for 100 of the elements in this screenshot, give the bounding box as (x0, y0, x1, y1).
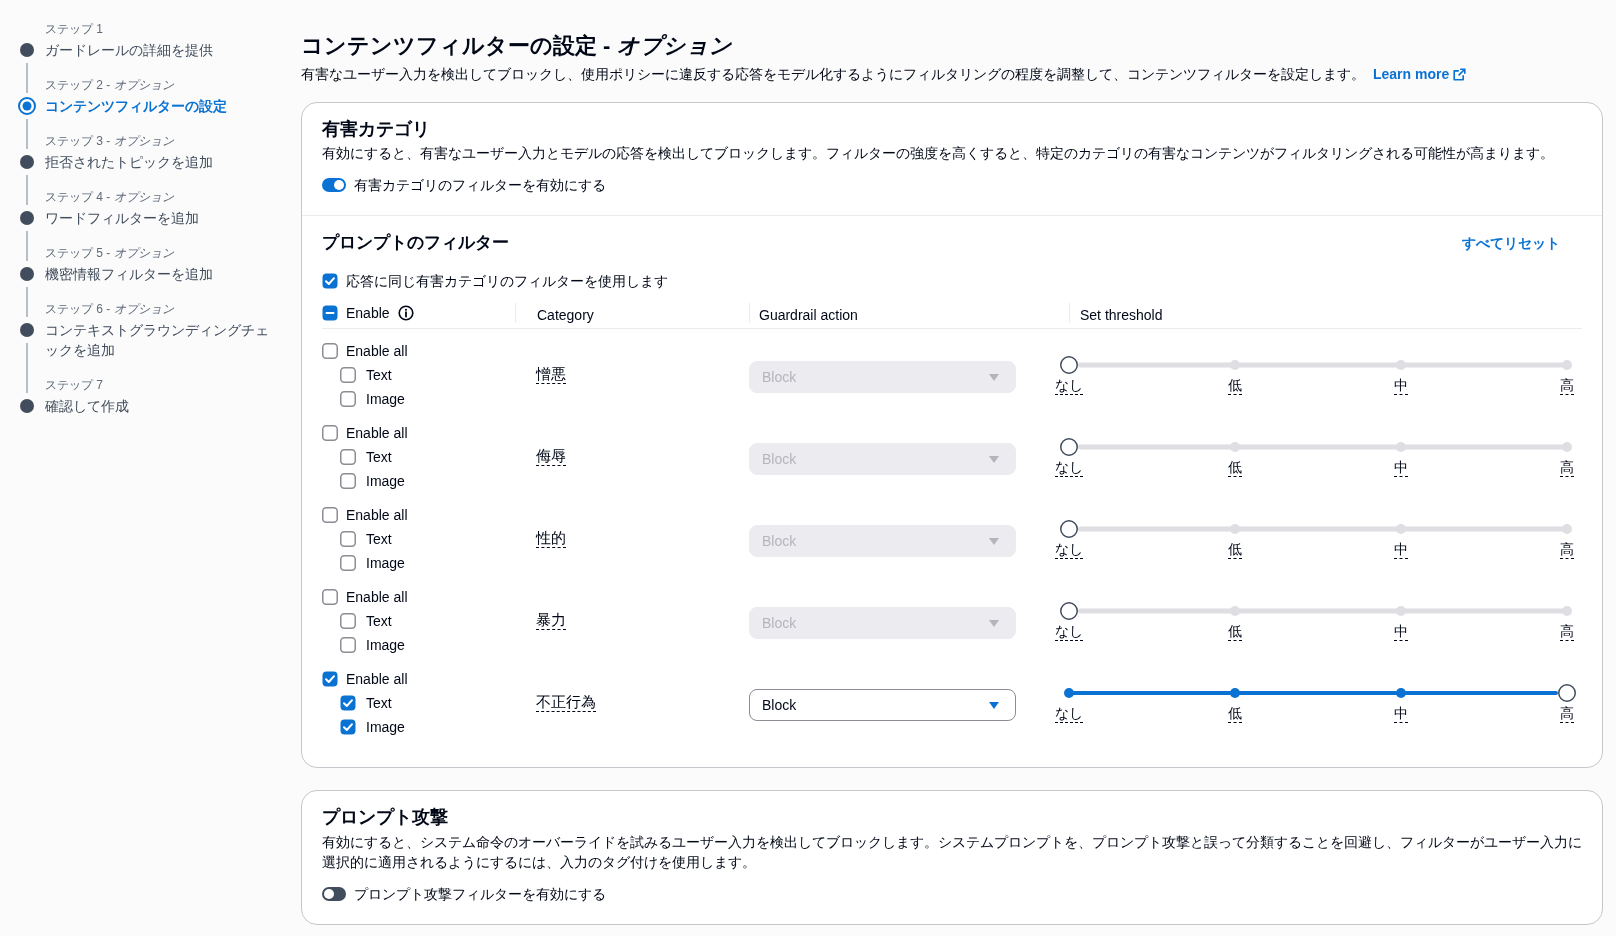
threshold-label: なし (1055, 376, 1083, 395)
threshold-label: なし (1055, 622, 1083, 641)
section-title: 有害カテゴリ (322, 118, 430, 141)
category-label: 性的 (536, 529, 566, 548)
threshold-label: 高 (1560, 622, 1574, 641)
category-label: 憎悪 (536, 365, 566, 384)
reset-all-button[interactable]: すべてリセット (1462, 233, 1560, 253)
checkbox[interactable] (322, 305, 338, 321)
category-label: 不正行為 (536, 693, 596, 712)
toggle-switch[interactable] (322, 178, 346, 192)
threshold-label: 高 (1560, 458, 1574, 477)
threshold-label: 低 (1228, 458, 1242, 477)
checkbox-label: Text (366, 694, 392, 713)
checkbox[interactable] (322, 343, 338, 359)
checkbox[interactable] (322, 589, 338, 605)
checkbox[interactable] (322, 425, 338, 441)
toggle-switch[interactable] (322, 887, 346, 901)
slider-thumb[interactable] (1060, 438, 1078, 456)
checkbox-label: Text (366, 366, 392, 385)
threshold-label: なし (1055, 540, 1083, 559)
step-title[interactable]: 拒否されたトピックを追加 (45, 152, 213, 172)
threshold-label: 中 (1394, 622, 1408, 641)
checkbox[interactable] (340, 555, 356, 571)
threshold-label: 低 (1228, 622, 1242, 641)
info-icon[interactable] (397, 305, 414, 321)
step-title: コンテンツフィルターの設定 (45, 97, 227, 116)
checkbox-label: Image (366, 472, 405, 491)
step-title[interactable]: 機密情報フィルターを追加 (45, 264, 213, 284)
checkbox[interactable] (340, 531, 356, 547)
threshold-label: 中 (1394, 376, 1408, 395)
checkbox[interactable] (322, 671, 338, 687)
external-link-icon (1453, 67, 1467, 81)
step-title[interactable]: コンテキストグラウンディングチェックを追加 (45, 320, 277, 360)
checkbox-label: Image (366, 554, 405, 573)
checkbox[interactable] (322, 273, 338, 289)
column-header: Set threshold (1080, 307, 1163, 323)
step-title[interactable]: ワードフィルターを追加 (45, 208, 199, 228)
checkbox-label: Enable all (346, 342, 408, 361)
threshold-label: 高 (1560, 376, 1574, 395)
caret-icon (989, 701, 999, 709)
checkbox[interactable] (322, 507, 338, 523)
slider-thumb[interactable] (1558, 684, 1576, 702)
threshold-label: なし (1055, 704, 1083, 723)
slider-thumb[interactable] (1060, 356, 1078, 374)
threshold-label: 中 (1394, 540, 1408, 559)
caret-icon (989, 455, 999, 463)
step-label: ステップ 4 - オプション (45, 189, 174, 206)
checkbox-label: Text (366, 530, 392, 549)
column-header: Category (537, 307, 594, 323)
checkbox[interactable] (340, 637, 356, 653)
learn-more-link[interactable]: Learn more (1373, 64, 1467, 84)
threshold-label: 低 (1228, 540, 1242, 559)
column-header: Guardrail action (759, 307, 858, 323)
checkbox-label: Image (366, 390, 405, 409)
threshold-label: 低 (1228, 704, 1242, 723)
step-label: ステップ 3 - オプション (45, 133, 174, 150)
threshold-label: なし (1055, 458, 1083, 477)
section-description: 有効にすると、有害なユーザー入力とモデルの応答を検出してブロックします。フィルターの強度を高くすると、特定のカテゴリの有害なコンテンツがフィルタリングされる可能性が高まります。 (322, 144, 1554, 163)
caret-icon (989, 373, 999, 381)
slider-thumb[interactable] (1060, 520, 1078, 538)
column-header: Enable (346, 304, 390, 323)
step-label: ステップ 7 (45, 377, 103, 394)
page-description: 有害なユーザー入力を検出してブロックし、使用ポリシーに違反する応答をモデル化するようにフィルタリングの程度を調整して、コンテンツフィルターを設定します。 Learn more (301, 64, 1467, 84)
checkbox[interactable] (340, 695, 356, 711)
step-label: ステップ 1 (45, 21, 103, 38)
checkbox[interactable] (340, 449, 356, 465)
checkbox[interactable] (340, 473, 356, 489)
toggle-label: プロンプト攻撃フィルターを有効にする (354, 885, 606, 904)
step-title[interactable]: 確認して作成 (45, 396, 129, 416)
checkbox-label: Image (366, 718, 405, 737)
caret-icon (989, 619, 999, 627)
checkbox[interactable] (340, 613, 356, 629)
slider-thumb[interactable] (1060, 602, 1078, 620)
checkbox-label: Enable all (346, 506, 408, 525)
section-title: プロンプトのフィルター (322, 232, 509, 254)
checkbox-label: Text (366, 448, 392, 467)
checkbox[interactable] (340, 391, 356, 407)
caret-icon (989, 537, 999, 545)
category-label: 暴力 (536, 611, 566, 630)
checkbox[interactable] (340, 719, 356, 735)
step-label: ステップ 5 - オプション (45, 245, 174, 262)
threshold-label: 高 (1560, 704, 1574, 723)
section-title: プロンプト攻撃 (322, 806, 448, 829)
checkbox-label: Enable all (346, 424, 408, 443)
action-dropdown[interactable]: Block (749, 689, 1016, 721)
threshold-label: 中 (1394, 704, 1408, 723)
checkbox-label: 応答に同じ有害カテゴリのフィルターを使用します (346, 272, 668, 291)
step-label: ステップ 6 - オプション (45, 301, 174, 318)
checkbox[interactable] (340, 367, 356, 383)
category-label: 侮辱 (536, 447, 566, 466)
threshold-label: 中 (1394, 458, 1408, 477)
step-title[interactable]: ガードレールの詳細を提供 (45, 40, 213, 60)
step-label: ステップ 2 - オプション (45, 77, 174, 94)
checkbox-label: Enable all (346, 588, 408, 607)
threshold-label: 高 (1560, 540, 1574, 559)
checkbox-label: Text (366, 612, 392, 631)
toggle-label: 有害カテゴリのフィルターを有効にする (354, 176, 606, 195)
page-title: コンテンツフィルターの設定 - オプション (301, 32, 732, 60)
threshold-label: 低 (1228, 376, 1242, 395)
checkbox-label: Enable all (346, 670, 408, 689)
